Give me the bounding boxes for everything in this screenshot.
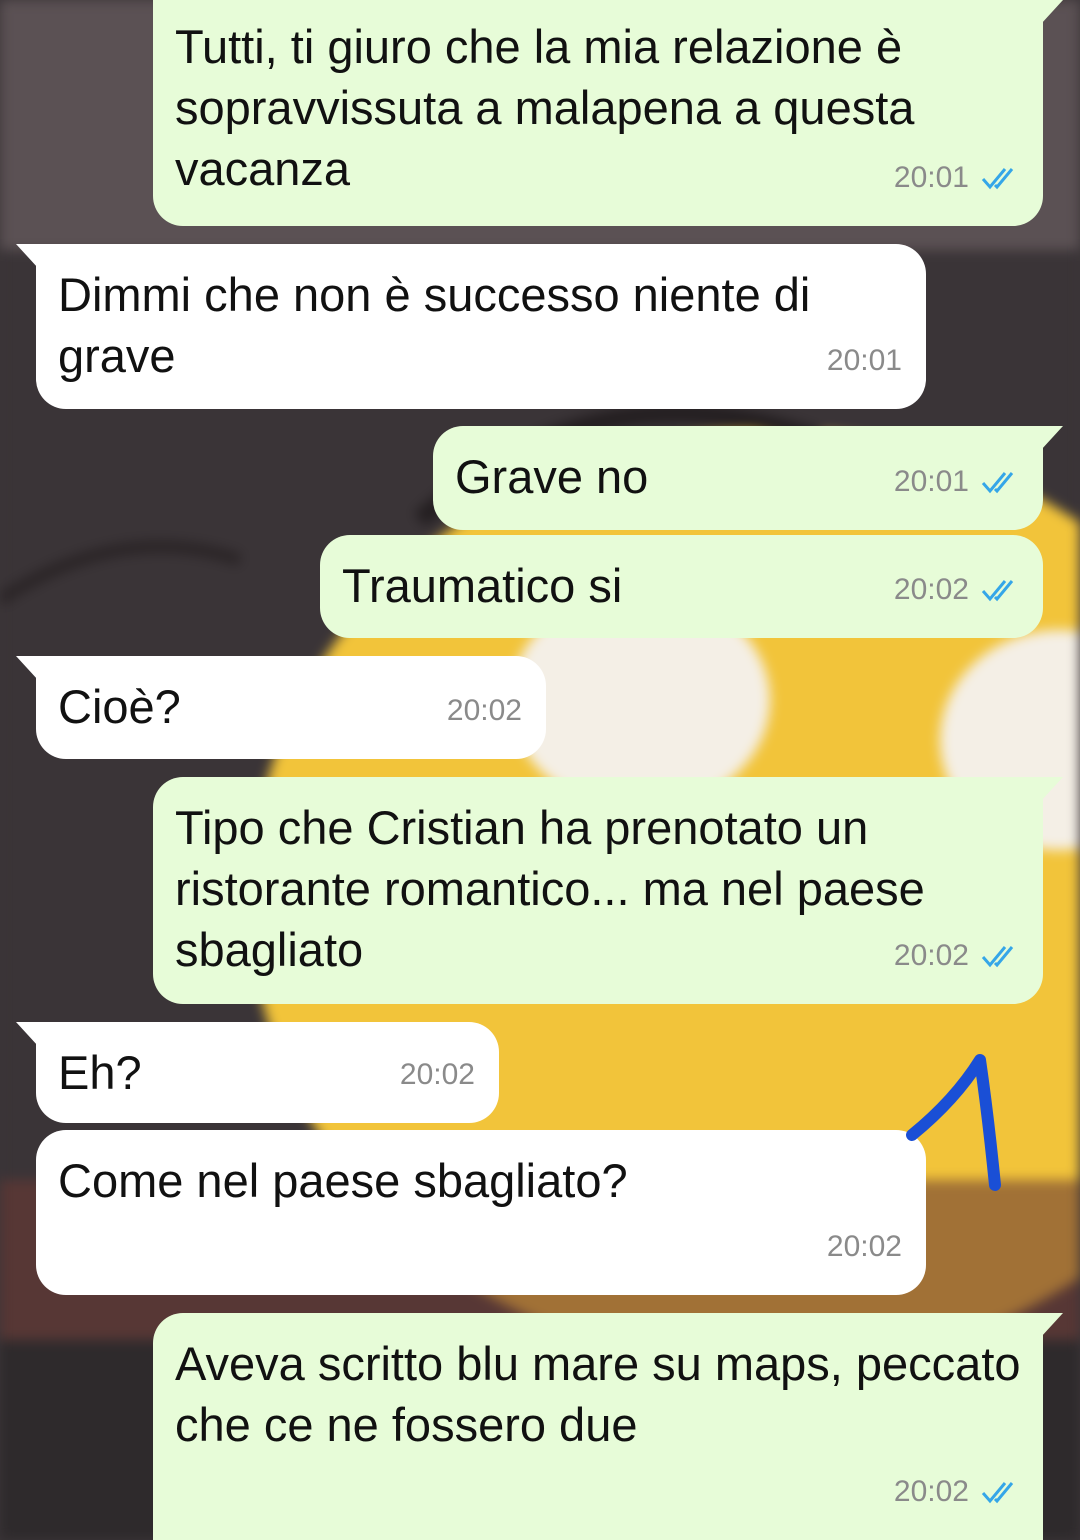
message-time: 20:02 <box>446 694 522 727</box>
hand-drawn-arrow-icon <box>906 1054 1001 1191</box>
message-meta: 20:02 <box>827 1216 902 1277</box>
message-bubble-incoming[interactable]: Eh? 20:02 <box>16 1022 499 1123</box>
message-bubble-incoming[interactable]: Come nel paese sbagliato? 20:02 <box>36 1130 926 1295</box>
double-check-icon <box>981 167 1014 189</box>
double-check-icon <box>981 1481 1014 1503</box>
message-time: 20:02 <box>893 1475 969 1508</box>
message-time: 20:02 <box>399 1058 475 1091</box>
message-meta: 20:02 <box>400 1044 475 1105</box>
message-bubble-outgoing[interactable]: Aveva scritto blu mare su maps, peccato … <box>153 1313 1063 1540</box>
message-time: 20:01 <box>893 465 969 498</box>
message-bubble-outgoing[interactable]: Tutti, ti giuro che la mia relazione è s… <box>153 0 1063 226</box>
message-meta: 20:01 <box>894 147 1021 208</box>
message-bubble-incoming[interactable]: Dimmi che non è successo niente di grave… <box>16 244 926 409</box>
message-meta: 20:02 <box>894 1461 1021 1522</box>
message-time: 20:02 <box>893 573 969 606</box>
message-time: 20:01 <box>826 344 902 377</box>
message-bubble-incoming[interactable]: Cioè? 20:02 <box>16 656 546 759</box>
double-check-icon <box>981 579 1014 601</box>
message-bubble-outgoing[interactable]: Traumatico si 20:02 <box>320 535 1043 638</box>
message-text: Come nel paese sbagliato? <box>58 1154 628 1207</box>
double-check-icon <box>981 945 1014 967</box>
message-text: Aveva scritto blu mare su maps, peccato … <box>175 1337 1021 1451</box>
message-time: 20:02 <box>826 1230 902 1263</box>
message-meta: 20:02 <box>894 559 1021 620</box>
message-meta: 20:02 <box>447 680 522 741</box>
chat-wallpaper <box>0 0 1080 1540</box>
message-bubble-outgoing[interactable]: Tipo che Cristian ha prenotato un ristor… <box>153 777 1063 1004</box>
double-check-icon <box>981 471 1014 493</box>
message-time: 20:01 <box>893 161 969 194</box>
message-meta: 20:01 <box>894 451 1021 512</box>
message-meta: 20:02 <box>894 925 1021 986</box>
message-meta: 20:01 <box>827 330 902 391</box>
message-bubble-outgoing[interactable]: Grave no 20:01 <box>433 426 1063 530</box>
message-time: 20:02 <box>893 939 969 972</box>
message-text: Dimmi che non è successo niente di grave <box>58 268 811 382</box>
